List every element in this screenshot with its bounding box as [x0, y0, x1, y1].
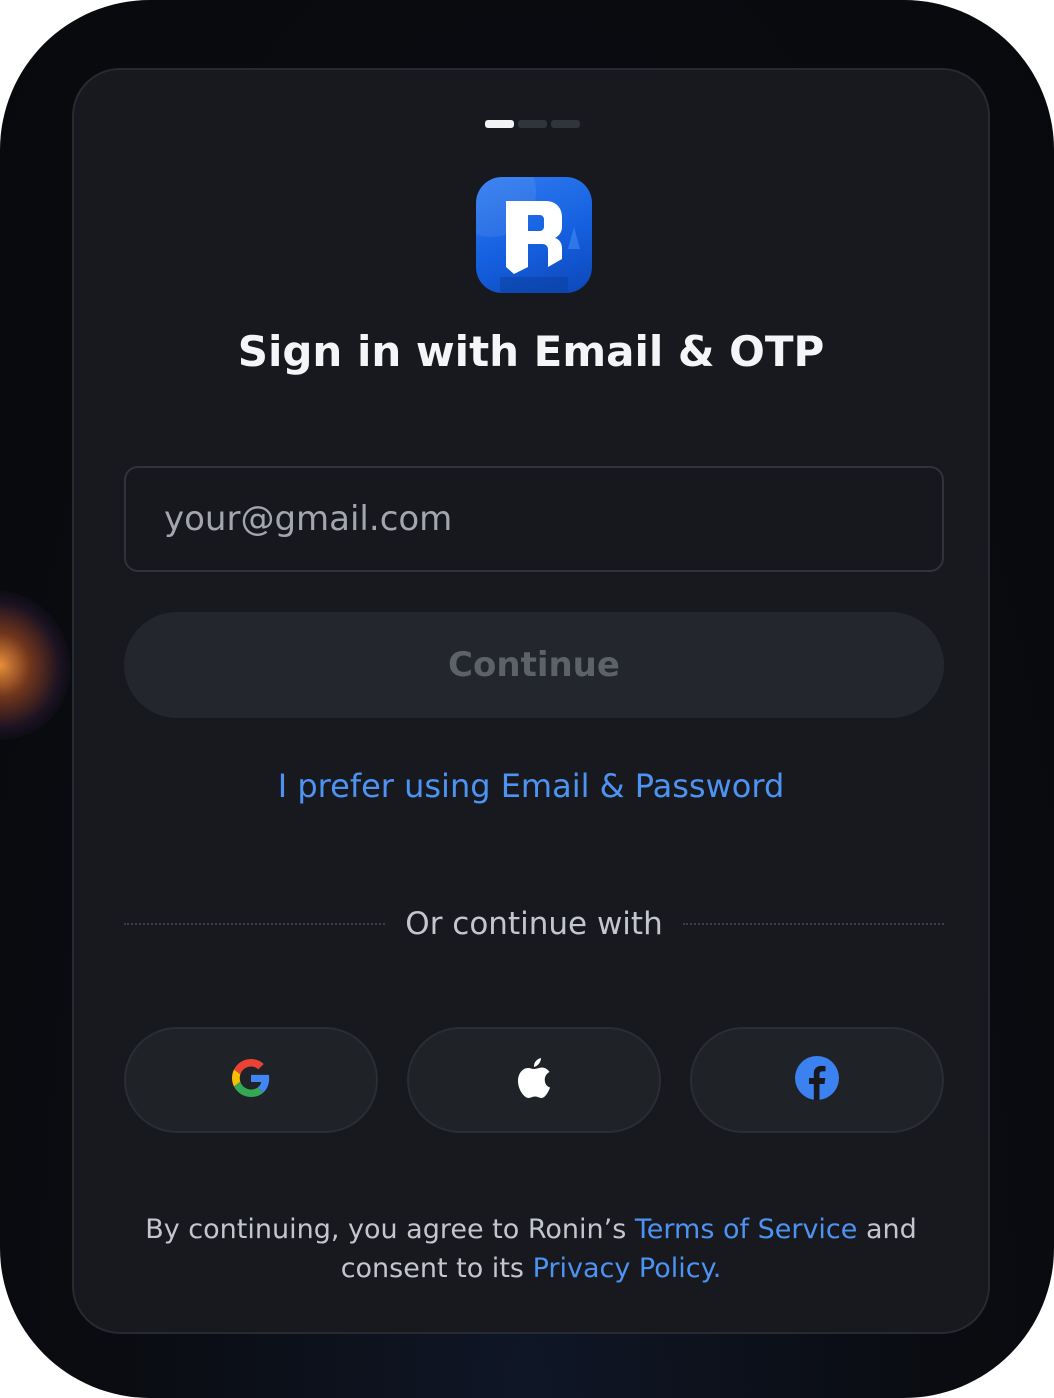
- step-1-indicator: [485, 120, 514, 128]
- apple-sign-in-button[interactable]: [407, 1027, 661, 1133]
- continue-button[interactable]: Continue: [124, 612, 944, 718]
- email-field[interactable]: [124, 466, 944, 572]
- step-indicator: [485, 120, 580, 128]
- legal-notice: By continuing, you agree to Ronin’s Term…: [104, 1210, 958, 1288]
- terms-of-service-link[interactable]: Terms of Service: [635, 1214, 858, 1245]
- email-input[interactable]: [164, 468, 904, 570]
- or-continue-divider: Or continue with: [124, 902, 945, 946]
- divider-label: Or continue with: [405, 906, 663, 942]
- page-title: Sign in with Email & OTP: [237, 327, 825, 376]
- divider-line-left: [124, 923, 386, 925]
- email-password-link[interactable]: I prefer using Email & Password: [74, 767, 988, 805]
- ronin-logo-icon: [476, 177, 592, 293]
- facebook-icon: [795, 1056, 839, 1104]
- step-2-indicator: [518, 120, 547, 128]
- google-icon: [232, 1059, 270, 1101]
- facebook-sign-in-button[interactable]: [690, 1027, 944, 1133]
- legal-prefix: By continuing, you agree to Ronin’s: [145, 1214, 635, 1245]
- apple-icon: [514, 1056, 554, 1104]
- google-sign-in-button[interactable]: [124, 1027, 378, 1133]
- privacy-policy-link[interactable]: Privacy Policy.: [533, 1253, 722, 1284]
- sign-in-card: Sign in with Email & OTP Continue I pref…: [72, 68, 990, 1334]
- step-3-indicator: [551, 120, 580, 128]
- device-frame: Sign in with Email & OTP Continue I pref…: [0, 0, 1054, 1398]
- divider-line-right: [682, 923, 945, 925]
